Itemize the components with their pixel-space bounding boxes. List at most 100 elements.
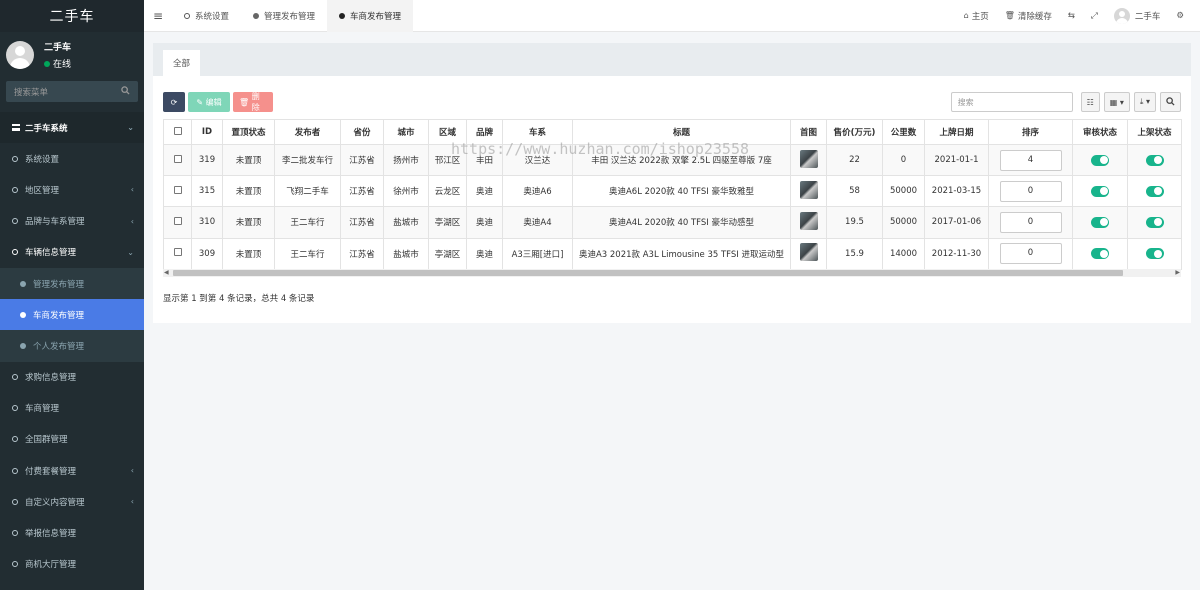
audit-toggle[interactable]	[1091, 185, 1109, 197]
user-menu[interactable]: 二手车	[1106, 7, 1169, 24]
advanced-search-button[interactable]	[1160, 92, 1181, 112]
tab-all[interactable]: 全部	[163, 50, 201, 76]
sidebar-item-8[interactable]: 求购信息管理	[0, 362, 144, 393]
home-icon: ⌂	[963, 11, 969, 20]
listing-toggle[interactable]	[1145, 248, 1164, 260]
cover-image[interactable]	[790, 175, 827, 208]
sidebar-item-13[interactable]: 举报信息管理	[0, 517, 144, 548]
table-row[interactable]: 309 未置顶 王二车行 江苏省 盐城市 亭湖区 奥迪 A3三厢[进口] 奥迪A3 2021款 …	[163, 237, 1182, 270]
edit-button[interactable]: ✎ 编辑	[188, 92, 230, 112]
sidebar-item-5[interactable]: 管理发布管理	[0, 267, 144, 300]
refresh-button[interactable]: ⟳	[163, 92, 185, 112]
sidebar-item-11[interactable]: 付费套餐管理 ‹	[0, 455, 144, 486]
sidebar-item-10[interactable]: 全国群管理	[0, 424, 144, 455]
car-thumbnail[interactable]	[799, 149, 818, 168]
home-link[interactable]: ⌂ 主页	[956, 10, 997, 22]
sidebar-item-6[interactable]: 车商发布管理	[0, 299, 144, 331]
online-status-icon	[44, 61, 50, 67]
row-checkbox[interactable]	[163, 143, 192, 177]
row-checkbox[interactable]	[163, 237, 192, 270]
select-all-checkbox[interactable]	[163, 119, 192, 145]
avatar	[1113, 7, 1130, 24]
cover-image[interactable]	[790, 237, 827, 270]
sidebar-item-4[interactable]: 车辆信息管理 ⌄	[0, 237, 144, 268]
column-header[interactable]: 公里数	[882, 119, 925, 145]
sidebar-item-3[interactable]: 品牌与车系管理 ‹	[0, 206, 144, 237]
language-button[interactable]: ⇆	[1060, 11, 1083, 21]
sidebar-item-1[interactable]: 系统设置	[0, 143, 144, 174]
audit-toggle[interactable]	[1091, 248, 1109, 260]
table-row[interactable]: 315 未置顶 飞翔二手车 江苏省 徐州市 云龙区 奥迪 奥迪A6 奥迪A6L 2020款 40…	[163, 175, 1182, 208]
listing-toggle[interactable]	[1145, 154, 1164, 166]
export-button[interactable]: ⤓ ▾	[1133, 92, 1156, 112]
circle-icon	[12, 561, 18, 568]
menu-toggle-icon[interactable]: ≡	[144, 9, 172, 23]
settings-button[interactable]: ⚙	[1168, 11, 1192, 21]
listing-toggle[interactable]	[1145, 216, 1164, 228]
delete-button[interactable]: 🗑 删除	[233, 92, 273, 112]
circle-icon	[12, 436, 18, 443]
cell-series: 奥迪A4	[502, 206, 573, 239]
column-header[interactable]: ID	[191, 119, 223, 145]
column-header[interactable]: 首图	[790, 119, 827, 145]
audit-toggle[interactable]	[1091, 216, 1109, 228]
car-thumbnail[interactable]	[799, 211, 818, 230]
chevron-left-icon: ‹	[130, 497, 134, 507]
listing-toggle[interactable]	[1145, 185, 1164, 197]
tab-dealer-publish[interactable]: 车商发布管理	[327, 0, 414, 32]
cell-id: 315	[191, 175, 223, 208]
cell-sort: 0	[988, 175, 1073, 208]
sort-input[interactable]: 4	[999, 149, 1062, 171]
sidebar-item-12[interactable]: 自定义内容管理 ‹	[0, 486, 144, 517]
columns-button[interactable]: ▦ ▾	[1103, 92, 1130, 112]
sidebar-item-14[interactable]: 商机大厅管理	[0, 549, 144, 580]
cover-image[interactable]	[790, 143, 827, 177]
cell-province: 江苏省	[340, 175, 384, 208]
row-checkbox[interactable]	[163, 175, 192, 208]
main-panel: 全部 ⟳ ✎ 编辑 🗑 删除 搜索 ☷ ▦ ▾ ⤓ ▾ ID 置顶状态 发布者 …	[153, 43, 1191, 323]
horizontal-scrollbar[interactable]: ◀ ▶	[163, 269, 1181, 277]
table-toolbar: ⟳ ✎ 编辑 🗑 删除 搜索 ☷ ▦ ▾ ⤓ ▾	[163, 92, 1181, 112]
cover-image[interactable]	[790, 206, 827, 239]
cell-sort: 0	[988, 237, 1073, 270]
menu-search-input[interactable]: 搜索菜单	[6, 81, 138, 102]
sort-input[interactable]: 0	[999, 180, 1062, 202]
sort-input[interactable]: 0	[999, 211, 1062, 233]
column-header[interactable]: 上牌日期	[924, 119, 989, 145]
column-header[interactable]: 审核状态	[1072, 119, 1128, 145]
table-search-input[interactable]: 搜索	[950, 92, 1073, 112]
gears-icon: ⚙	[1176, 10, 1184, 21]
car-thumbnail[interactable]	[799, 180, 818, 199]
car-thumbnail[interactable]	[799, 243, 818, 262]
refresh-icon: ⟳	[170, 97, 178, 107]
scroll-left-icon[interactable]: ◀	[164, 269, 169, 276]
cell-top: 未置顶	[222, 143, 275, 177]
column-header[interactable]: 发布者	[274, 119, 341, 145]
sidebar-item-9[interactable]: 车商管理	[0, 393, 144, 424]
column-header[interactable]: 城市	[383, 119, 429, 145]
brand-logo[interactable]: 二手车	[0, 0, 144, 32]
sidebar-item-2[interactable]: 地区管理 ‹	[0, 174, 144, 205]
scroll-right-icon[interactable]: ▶	[1175, 269, 1180, 276]
fullscreen-button[interactable]: ⤢	[1083, 11, 1106, 21]
clear-cache-button[interactable]: 🗑 清除缓存	[997, 10, 1060, 22]
scrollbar-thumb[interactable]	[173, 270, 1123, 276]
toggle-view-button[interactable]: ☷	[1080, 92, 1100, 112]
sort-input[interactable]: 0	[999, 243, 1062, 265]
column-header[interactable]: 排序	[988, 119, 1073, 145]
sidebar-item-7[interactable]: 个人发布管理	[0, 330, 144, 362]
search-icon[interactable]	[121, 85, 130, 98]
column-header[interactable]: 省份	[340, 119, 384, 145]
chevron-left-icon: ‹	[130, 466, 134, 476]
tab-admin-publish[interactable]: 管理发布管理	[241, 0, 327, 32]
column-header[interactable]: 售价(万元)	[826, 119, 883, 145]
cell-province: 江苏省	[340, 206, 384, 239]
tab-system-settings[interactable]: 系统设置	[172, 0, 241, 32]
row-checkbox[interactable]	[163, 206, 192, 239]
column-header[interactable]: 置顶状态	[222, 119, 275, 145]
sidebar-item-0[interactable]: 二手车系统 ⌄	[0, 112, 144, 144]
column-header[interactable]: 上架状态	[1127, 119, 1182, 145]
audit-toggle[interactable]	[1091, 154, 1109, 166]
sidebar-item-label: 车商管理	[25, 404, 60, 415]
table-row[interactable]: 310 未置顶 王二车行 江苏省 盐城市 亭湖区 奥迪 奥迪A4 奥迪A4L 2020款 40 …	[163, 206, 1182, 239]
